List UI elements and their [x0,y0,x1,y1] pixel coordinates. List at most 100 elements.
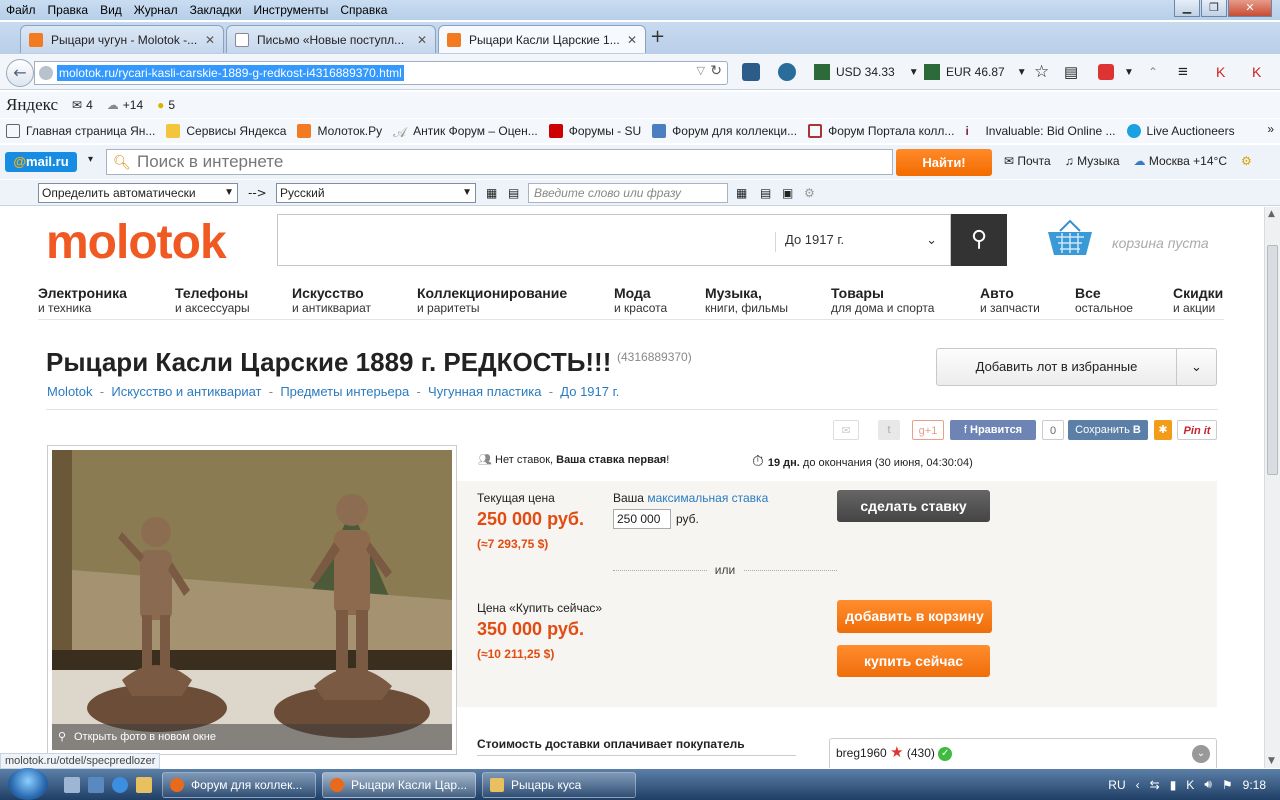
bookmark-forum-su[interactable]: Форумы - SU [548,124,641,138]
breadcrumb-art[interactable]: Искусство и антиквариат [111,384,261,399]
nav-home-goods[interactable]: Товары для дома и спорта [831,285,934,315]
close-window-button[interactable]: ✕ [1228,0,1272,17]
close-tab-icon[interactable]: ✕ [205,33,215,47]
nav-electronics[interactable]: Электроника и техника [38,285,127,315]
nav-collecting[interactable]: Коллекционирование и раритеты [417,285,567,315]
gear-icon[interactable]: ⚙ [804,186,815,200]
scrollbar-thumb[interactable] [1267,245,1278,475]
breadcrumb-molotok[interactable]: Molotok [47,384,93,399]
clipboard-icon[interactable]: ▤ [760,186,771,200]
nav-fashion[interactable]: Мода и красота [614,285,667,315]
menu-view[interactable]: Вид [94,3,128,17]
maximize-button[interactable]: ❐ [1201,0,1227,17]
bid-amount-input[interactable]: 250 000 [613,509,671,529]
new-tab-icon[interactable]: + [650,26,665,47]
url-text[interactable]: molotok.ru/rycari-kasli-carskie-1889-g-r… [57,65,404,81]
taskbar-firefox-knights[interactable]: Рыцари Касли Цар... [322,772,476,798]
tab-knights-cast-iron[interactable]: Рыцари чугун - Molotok -... ✕ [20,25,224,53]
find-button[interactable]: Найти! [896,149,992,176]
email-share-icon[interactable]: ✉ [833,420,859,440]
pinterest-button[interactable]: Pin it [1177,420,1217,440]
source-language-select[interactable]: Определить автоматически ▼ [38,183,238,203]
clock[interactable]: 9:18 [1243,778,1266,792]
usd-rate[interactable]: USD 34.33 ▼ [814,62,919,82]
bookmark-live-auctioneers[interactable]: Live Auctioneers [1126,124,1235,138]
menu-help[interactable]: Справка [334,3,393,17]
mailru-logo[interactable]: @mail.ru [5,152,77,172]
bookmark-molotok[interactable]: Молоток.Ру [297,124,382,138]
breadcrumb-interior[interactable]: Предметы интерьера [280,384,409,399]
bookmark-invaluable[interactable]: i Invaluable: Bid Online ... [965,124,1115,138]
menu-edit[interactable]: Правка [42,3,95,17]
more-bookmarks-icon[interactable]: » [1267,122,1274,136]
lot-photo[interactable]: ⚲ Открыть фото в новом окне [47,445,457,755]
menu-tools[interactable]: Инструменты [248,3,335,17]
bookmark-yandex-home[interactable]: Главная страница Ян... [6,124,155,138]
basket-icon[interactable] [1046,219,1094,259]
buy-now-button[interactable]: купить сейчас [837,645,990,677]
place-bid-button[interactable]: сделать ставку [837,490,990,522]
bookmark-yandex-services[interactable]: Сервисы Яндекса [166,124,286,138]
eur-rate[interactable]: EUR 46.87 ▼ [924,62,1027,82]
site-identity-icon[interactable] [39,66,53,80]
seller-rating[interactable]: (430) [907,746,935,760]
reload-icon[interactable]: ↻ [710,63,722,79]
bookmark-star-icon[interactable]: ☆ [1034,62,1049,82]
site-search-input[interactable]: До 1917 г. ⌄ [277,214,951,266]
kaspersky-tray-icon[interactable]: K [1186,778,1194,792]
flag-icon[interactable]: ⚑ [1222,778,1233,792]
folder-icon[interactable] [136,777,152,793]
yandex-weather[interactable]: ☁ +14 [107,98,143,112]
chevron-down-icon[interactable]: ▼ [1017,67,1027,78]
kaspersky-icon[interactable]: K [1216,62,1225,82]
show-desktop-icon[interactable] [64,777,80,793]
search-category-select[interactable]: До 1917 г. ⌄ [775,232,947,252]
mailru-music-link[interactable]: ♫ Музыка [1065,154,1120,168]
menu-file[interactable]: Файл [0,3,42,17]
computer-icon[interactable] [88,777,104,793]
vk-save-button[interactable]: Сохранить В [1068,420,1148,440]
vertical-scrollbar[interactable]: ▲ ▼ [1264,207,1280,768]
menu-history[interactable]: Журнал [128,3,184,17]
kaspersky-keyboard-icon[interactable]: K [1252,62,1261,82]
translate-icon[interactable]: ▦ [736,186,747,200]
close-tab-icon[interactable]: ✕ [627,33,637,47]
chevron-down-icon[interactable]: ▾ [88,154,93,165]
gplus-button[interactable]: g+1 [912,420,944,440]
nav-music[interactable]: Музыка, книги, фильмы [705,285,788,315]
tab-knights-kasli[interactable]: Рыцари Касли Царские 1... ✕ [438,25,646,53]
volume-icon[interactable]: 🔊︎ [1204,777,1212,792]
tab-mail-letter[interactable]: Письмо «Новые поступл... ✕ [226,25,436,53]
yandex-lenta[interactable]: ● 5 [157,98,175,112]
nav-discounts[interactable]: Скидки и акции [1173,285,1223,315]
twitter-icon[interactable]: t [878,420,900,440]
bookmarks-list-icon[interactable]: ▤ [1064,62,1078,82]
gear-icon[interactable]: ⚙ [1241,154,1252,168]
nav-auto[interactable]: Авто и запчасти [980,285,1040,315]
back-button[interactable]: ← [6,59,34,87]
yandex-mail[interactable]: ✉ 4 [72,98,93,112]
language-indicator[interactable]: RU [1108,778,1125,792]
odnoklassniki-icon[interactable]: ✱ [1154,420,1172,440]
chevron-down-icon[interactable]: ▼ [909,67,919,78]
max-bid-link[interactable]: максимальная ставка [647,491,768,505]
bookmark-antik-forum[interactable]: 𝒜 Антик Форум – Оцен... [393,124,538,140]
translate-word-input[interactable]: Введите слово или фразу [528,183,728,203]
nav-art[interactable]: Искусство и антиквариат [292,285,371,315]
settings-grid-icon[interactable]: ▣ [782,186,793,200]
network-icon[interactable]: ⇆ [1150,778,1160,792]
internet-explorer-icon[interactable] [112,777,128,793]
taskbar-firefox-forum[interactable]: Форум для коллек... [162,772,316,798]
menu-bookmarks[interactable]: Закладки [184,3,248,17]
breadcrumb-pre-1917[interactable]: До 1917 г. [560,384,619,399]
hamburger-menu-icon[interactable]: ≡ [1178,62,1188,82]
shield-icon[interactable]: ▮ [1170,778,1177,792]
scroll-up-icon[interactable]: ▲ [1268,209,1275,219]
start-button[interactable] [8,768,48,800]
yandex-logo[interactable]: Яндекс [6,95,58,115]
molotok-logo[interactable]: molotok [46,215,227,270]
dictionary-icon[interactable]: ▤ [508,186,519,200]
nav-phones[interactable]: Телефоны и аксессуары [175,285,250,315]
mailru-weather-link[interactable]: ☁ Москва +14°C [1134,154,1227,168]
lot-photo-image[interactable]: ⚲ Открыть фото в новом окне [52,450,452,750]
